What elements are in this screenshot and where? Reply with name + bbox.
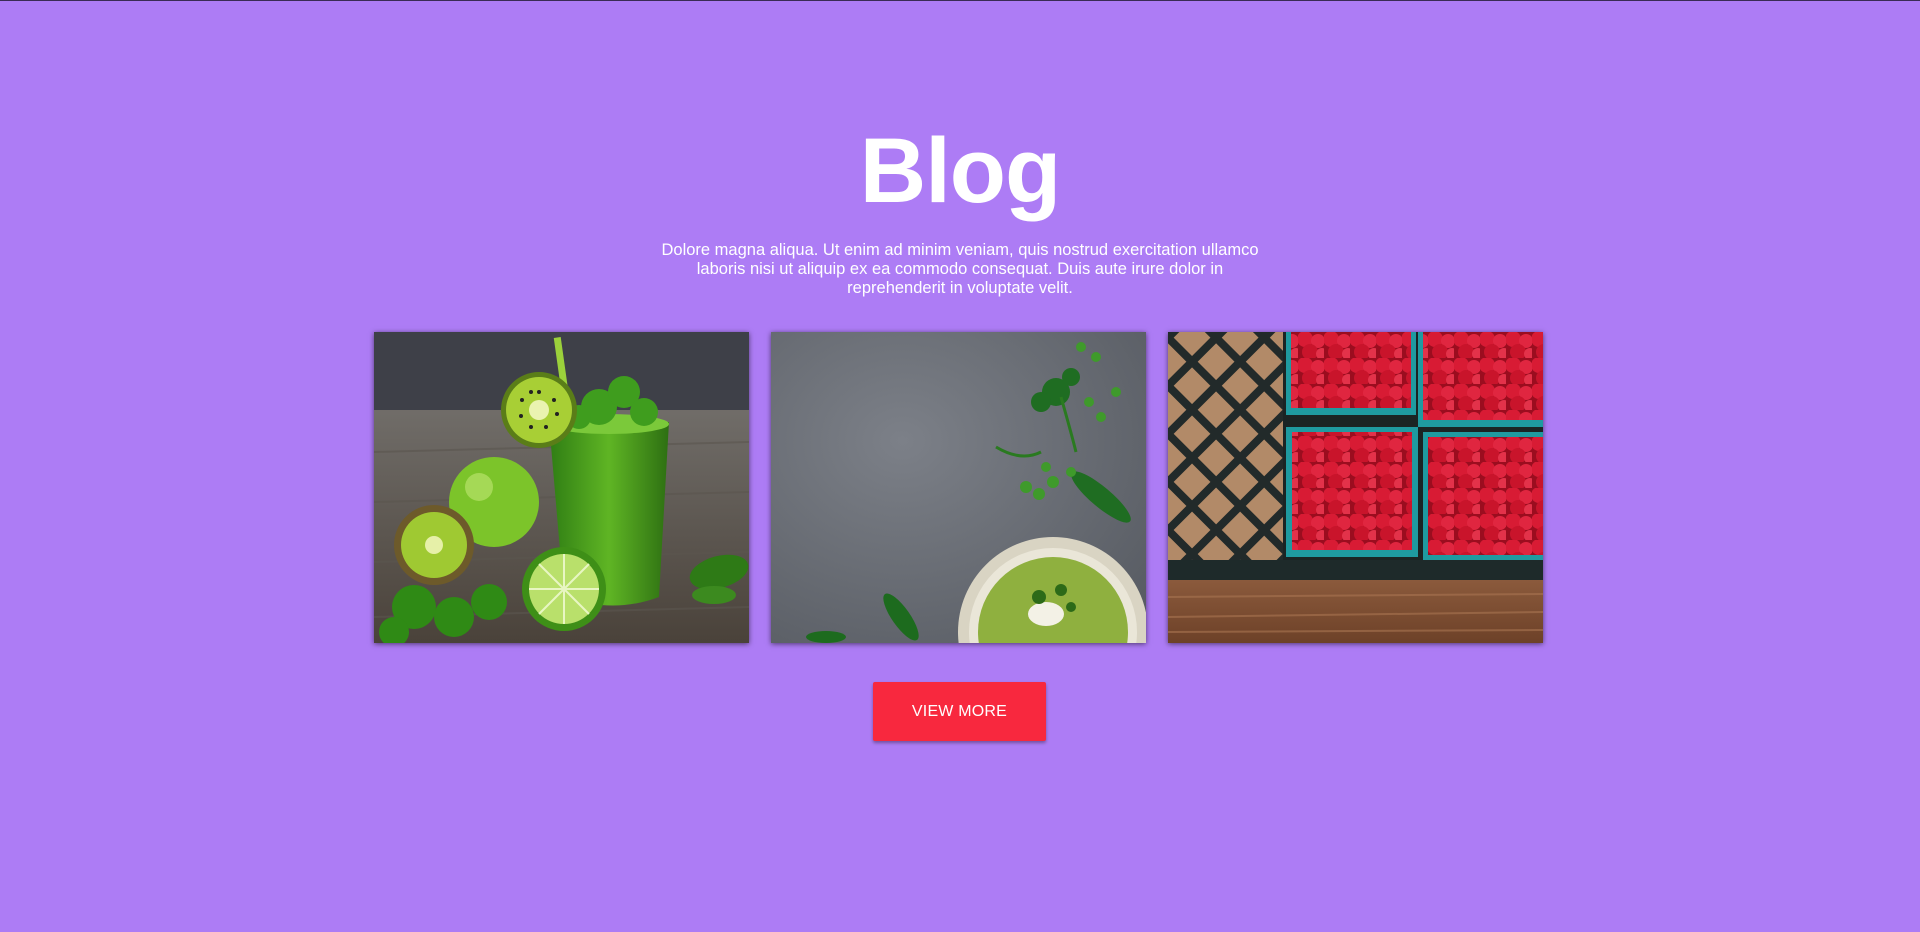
- blog-section: Blog Dolore magna aliqua. Ut enim ad min…: [0, 0, 1920, 932]
- section-title: Blog: [859, 119, 1061, 222]
- smoothie-image[interactable]: [374, 332, 749, 643]
- blog-card-raspberries[interactable]: [1168, 332, 1543, 643]
- blog-cards: [374, 332, 1544, 643]
- blog-card-pea-soup[interactable]: [771, 332, 1146, 643]
- raspberries-image[interactable]: [1168, 332, 1543, 643]
- view-more-button[interactable]: VIEW MORE: [873, 682, 1046, 741]
- pea-soup-image[interactable]: [771, 332, 1146, 643]
- section-intro: Dolore magna aliqua. Ut enim ad minim ve…: [661, 240, 1259, 297]
- blog-card-smoothie[interactable]: [374, 332, 749, 643]
